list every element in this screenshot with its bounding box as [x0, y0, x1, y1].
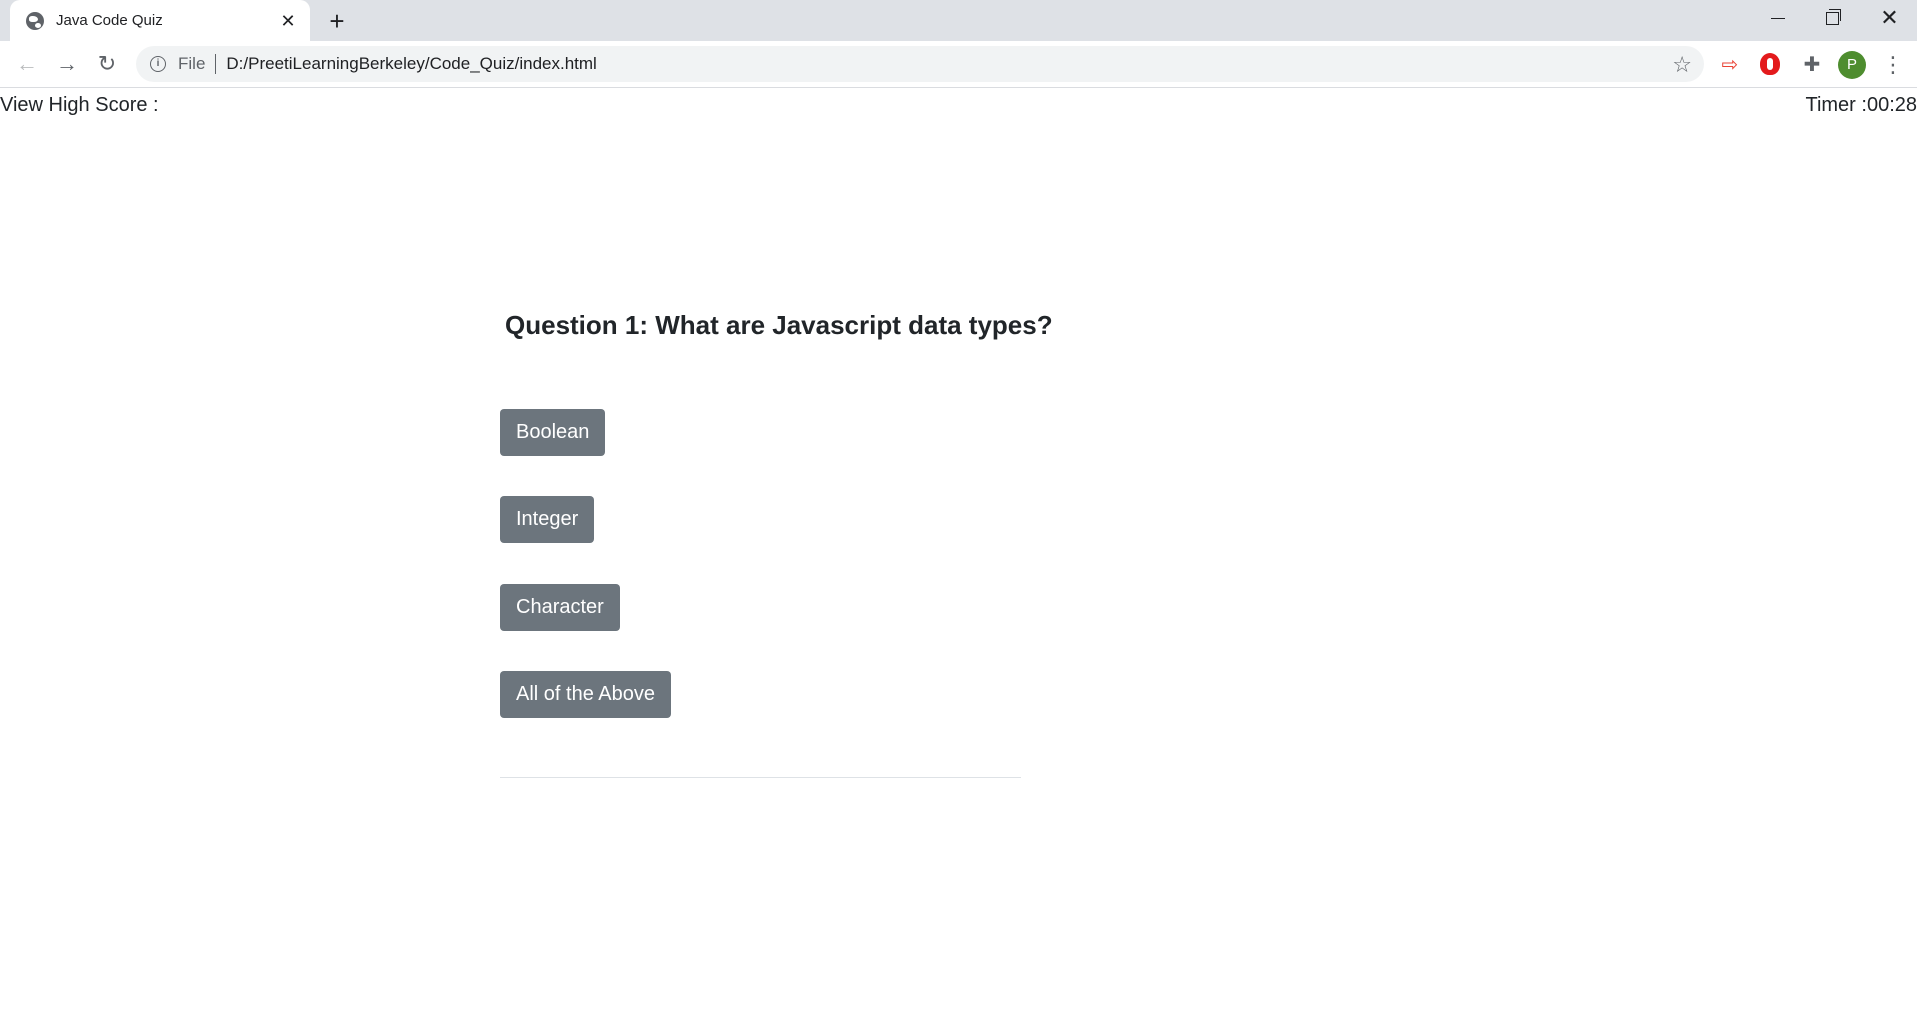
back-button[interactable]: ← — [12, 49, 42, 79]
adblock-extension-icon[interactable] — [1756, 50, 1784, 78]
timer-display: Timer :00:28 — [1805, 94, 1917, 116]
profile-avatar[interactable]: P — [1838, 51, 1866, 79]
cast-extension-icon[interactable]: ⇨ — [1716, 50, 1744, 78]
answer-button-all-of-the-above[interactable]: All of the Above — [500, 671, 671, 718]
site-info-icon[interactable]: i — [150, 56, 166, 72]
bookmark-star-icon[interactable]: ☆ — [1672, 52, 1692, 78]
browser-tab-strip: Java Code Quiz ✕ + ✕ — [0, 0, 1917, 41]
restore-icon — [1826, 8, 1841, 25]
new-tab-button[interactable]: + — [322, 6, 352, 36]
tab-title: Java Code Quiz — [56, 12, 163, 29]
view-high-score-link[interactable]: View High Score : — [0, 94, 159, 117]
browser-menu-icon[interactable]: ⋮ — [1882, 51, 1904, 79]
extensions-puzzle-icon[interactable]: ✚ — [1798, 50, 1826, 78]
close-icon: ✕ — [1880, 5, 1899, 30]
restore-window-button[interactable] — [1805, 0, 1860, 36]
globe-icon — [26, 11, 44, 30]
answer-button-boolean[interactable]: Boolean — [500, 409, 606, 456]
address-bar[interactable]: i File D:/PreetiLearningBerkeley/Code_Qu… — [136, 46, 1704, 82]
close-window-button[interactable]: ✕ — [1862, 0, 1917, 36]
answer-button-integer[interactable]: Integer — [500, 496, 595, 543]
divider — [500, 777, 1021, 778]
quiz-page: View High Score : Timer :00:28 Question … — [0, 88, 1917, 1028]
browser-tab[interactable]: Java Code Quiz ✕ — [10, 0, 310, 41]
minimize-window-button[interactable] — [1750, 0, 1805, 36]
address-separator — [215, 54, 217, 74]
answer-button-character[interactable]: Character — [500, 584, 620, 631]
question-title: Question 1: What are Javascript data typ… — [505, 310, 1053, 340]
minimize-icon — [1770, 17, 1785, 19]
tab-close-icon[interactable]: ✕ — [278, 11, 298, 31]
forward-button[interactable]: → — [52, 49, 82, 79]
browser-toolbar: ← → ↻ i File D:/PreetiLearningBerkeley/C… — [0, 41, 1917, 88]
address-url[interactable]: D:/PreetiLearningBerkeley/Code_Quiz/inde… — [226, 54, 596, 74]
reload-button[interactable]: ↻ — [92, 49, 122, 79]
address-scheme: File — [178, 54, 206, 73]
